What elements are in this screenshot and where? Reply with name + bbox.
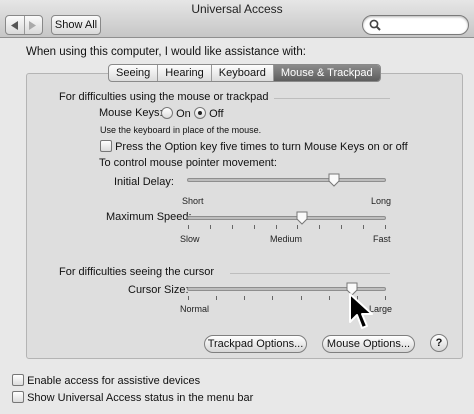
- section-divider: [230, 273, 390, 274]
- slider-tick: [385, 225, 386, 229]
- slider-tick: [253, 225, 255, 229]
- mouse-keys-on-radio[interactable]: [161, 107, 173, 119]
- slider-tick: [363, 225, 365, 229]
- show-all-button[interactable]: Show All: [51, 15, 101, 35]
- tab-mouse-trackpad[interactable]: Mouse & Trackpad: [272, 65, 380, 81]
- window-title: Universal Access: [191, 2, 283, 16]
- max-speed-knob[interactable]: [295, 211, 309, 225]
- slider-tick: [275, 225, 277, 229]
- tab-keyboard[interactable]: Keyboard: [210, 65, 273, 81]
- search-input[interactable]: [383, 18, 463, 32]
- cursor-section-heading: For difficulties seeing the cursor: [59, 266, 215, 278]
- back-button[interactable]: [6, 16, 24, 34]
- trackpad-options-button[interactable]: Trackpad Options...: [204, 335, 307, 353]
- slider-tick: [244, 296, 246, 300]
- cursor-size-label: Cursor Size:: [128, 284, 189, 296]
- option-key-checkbox[interactable]: [100, 140, 112, 152]
- initial-delay-max-label: Long: [371, 196, 392, 206]
- slider-tick: [328, 296, 330, 300]
- search-icon: [369, 19, 381, 31]
- pointer-heading: To control mouse pointer movement:: [99, 157, 277, 169]
- max-speed-slider[interactable]: [187, 216, 386, 220]
- mouse-section-heading: For difficulties using the mouse or trac…: [59, 91, 269, 103]
- forward-button[interactable]: [23, 16, 43, 34]
- slider-tick: [231, 225, 233, 229]
- assistive-devices-checkbox[interactable]: [12, 374, 24, 386]
- option-key-option[interactable]: Press the Option key five times to turn …: [100, 140, 408, 153]
- slider-tick: [341, 225, 343, 229]
- initial-delay-slider[interactable]: [187, 178, 386, 182]
- search-field[interactable]: [362, 15, 469, 35]
- navigation-buttons: [5, 15, 43, 35]
- menu-bar-status-label: Show Universal Access status in the menu…: [27, 392, 254, 404]
- initial-delay-label: Initial Delay:: [114, 176, 174, 188]
- mouse-keys-label: Mouse Keys:: [99, 107, 163, 119]
- menu-bar-status-checkbox[interactable]: [12, 391, 24, 403]
- mouse-keys-on-label: On: [176, 108, 191, 120]
- slider-tick: [300, 296, 302, 300]
- slider-tick: [297, 225, 299, 229]
- cursor-size-min-label: Normal: [180, 304, 210, 314]
- slider-tick: [385, 296, 386, 300]
- max-speed-label: Maximum Speed:: [106, 211, 192, 223]
- menu-bar-status-option[interactable]: Show Universal Access status in the menu…: [12, 391, 253, 404]
- initial-delay-min-label: Short: [182, 196, 204, 206]
- intro-text: When using this computer, I would like a…: [26, 46, 306, 58]
- slider-tick: [209, 225, 211, 229]
- slider-tick: [319, 225, 321, 229]
- mouse-trackpad-panel: For difficulties using the mouse or trac…: [26, 73, 463, 359]
- mouse-pointer-icon: [349, 293, 373, 329]
- window-toolbar: Universal Access Show All: [0, 0, 474, 38]
- tab-hearing[interactable]: Hearing: [157, 65, 211, 81]
- slider-tick: [188, 296, 189, 300]
- initial-delay-knob[interactable]: [327, 173, 341, 187]
- mouse-keys-on-option[interactable]: On: [161, 107, 191, 120]
- mouse-keys-hint: Use the keyboard in place of the mouse.: [100, 125, 262, 135]
- max-speed-mid-label: Medium: [270, 234, 303, 244]
- slider-tick: [216, 296, 218, 300]
- help-button[interactable]: ?: [430, 334, 448, 352]
- forward-arrow-icon: [29, 20, 37, 30]
- option-key-label: Press the Option key five times to turn …: [115, 141, 408, 153]
- slider-tick: [272, 296, 274, 300]
- back-arrow-icon: [10, 20, 18, 30]
- mouse-keys-off-radio[interactable]: [194, 107, 206, 119]
- slider-tick: [188, 225, 189, 229]
- mouse-keys-off-label: Off: [209, 108, 224, 120]
- max-speed-max-label: Fast: [373, 234, 391, 244]
- section-divider: [274, 98, 390, 99]
- assistive-devices-option[interactable]: Enable access for assistive devices: [12, 374, 200, 387]
- mouse-options-button[interactable]: Mouse Options...: [322, 335, 415, 353]
- mouse-keys-off-option[interactable]: Off: [194, 107, 224, 120]
- tab-seeing[interactable]: Seeing: [109, 65, 157, 81]
- assistive-devices-label: Enable access for assistive devices: [27, 375, 201, 387]
- tab-bar: Seeing Hearing Keyboard Mouse & Trackpad: [108, 64, 381, 82]
- max-speed-min-label: Slow: [180, 234, 200, 244]
